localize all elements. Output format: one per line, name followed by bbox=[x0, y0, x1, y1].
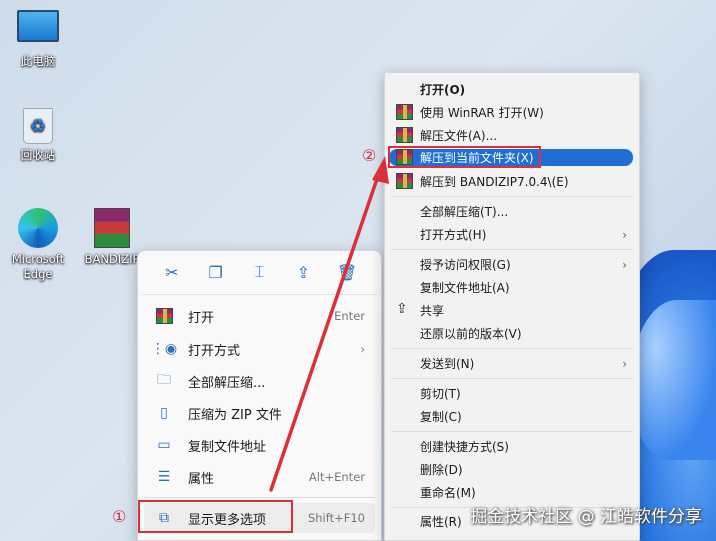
watermark: 掘金技术社区 @ 江皓软件分享 bbox=[470, 507, 702, 527]
annotation-arrow bbox=[269, 156, 389, 492]
